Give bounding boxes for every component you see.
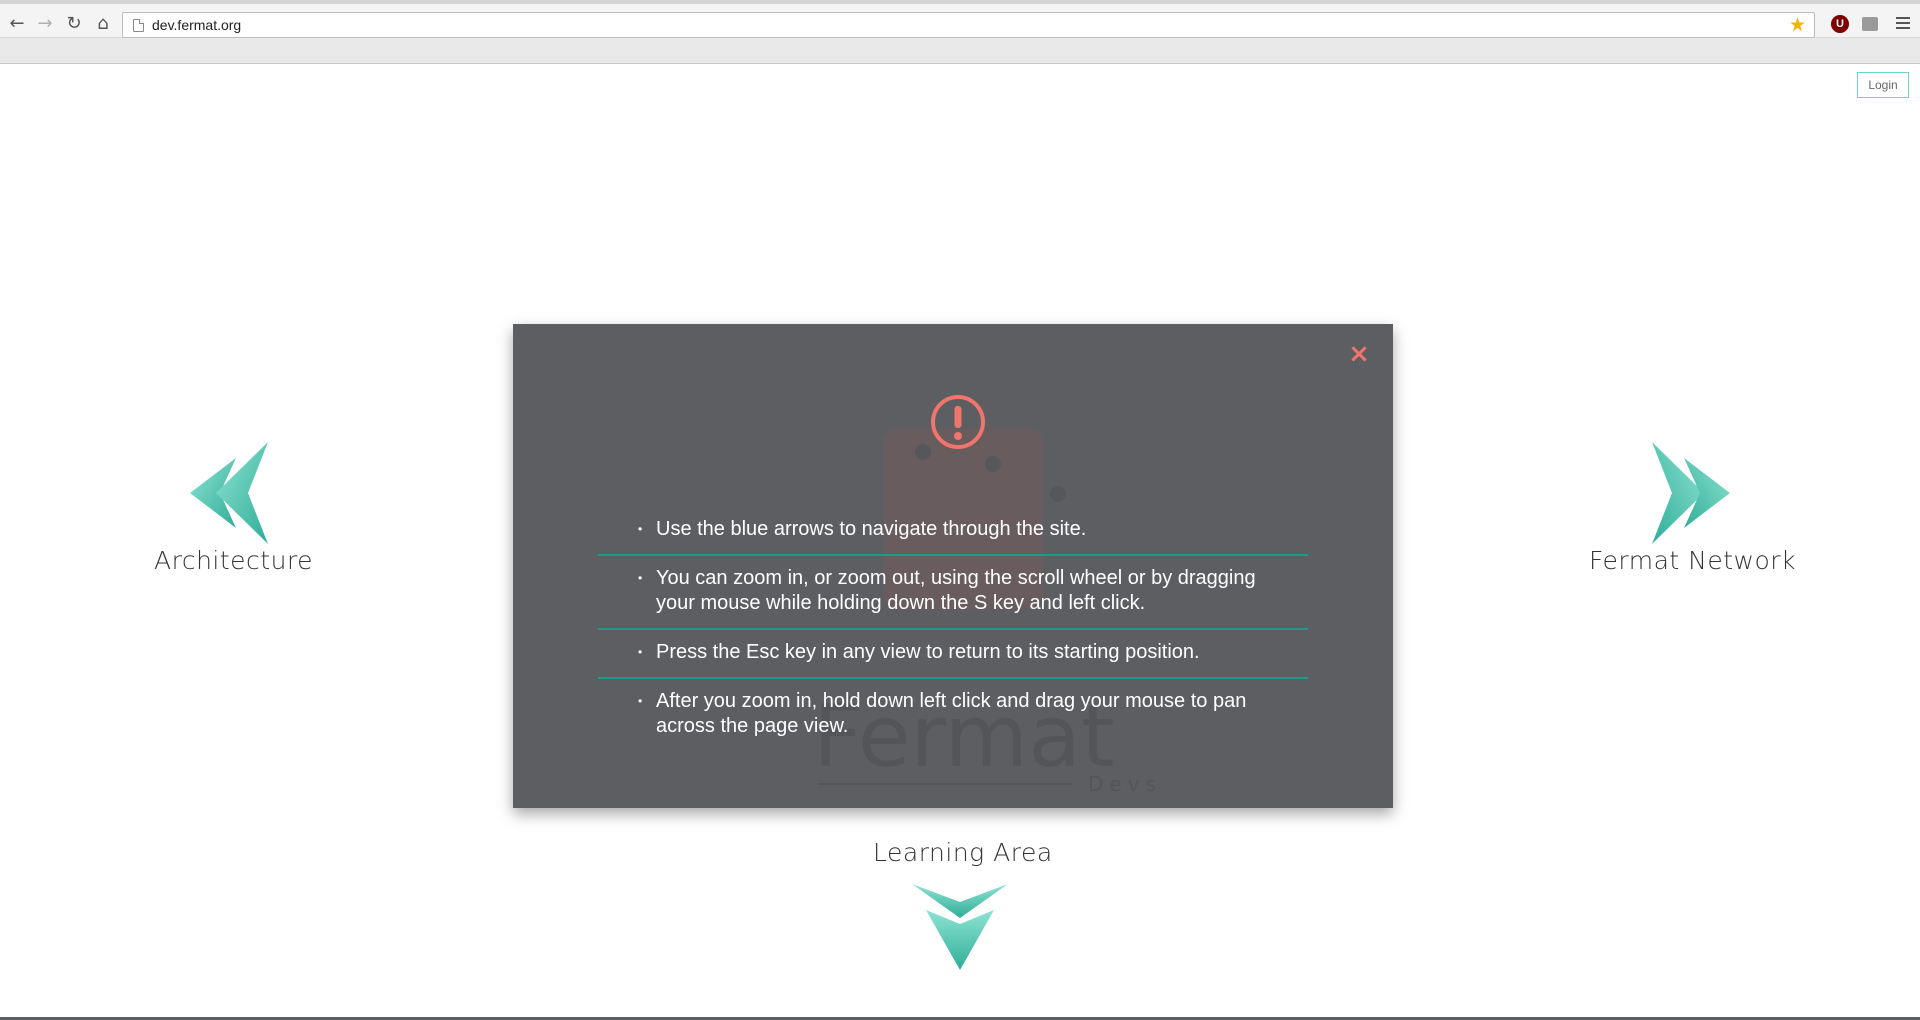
back-button[interactable]: ←	[5, 11, 29, 35]
bookmark-star-icon[interactable]: ★	[1789, 14, 1806, 36]
home-button[interactable]: ⌂	[91, 11, 115, 35]
nav-label-fermat-network[interactable]: Fermat Network	[1589, 546, 1796, 575]
left-arrow-architecture[interactable]	[190, 442, 272, 544]
tip-item: After you zoom in, hold down left click …	[598, 679, 1308, 751]
left-chevron-inner	[216, 442, 268, 544]
down-arrow-learning-area[interactable]	[912, 884, 1008, 970]
page-content: Login Architecture Fermat Network Learni…	[0, 64, 1920, 1020]
url-text[interactable]: dev.fermat.org	[152, 17, 241, 33]
extension-icon[interactable]	[1862, 17, 1878, 31]
login-button[interactable]: Login	[1857, 72, 1909, 98]
help-modal: Fermat Devs × Use the blue arrows to nav…	[513, 324, 1393, 808]
right-arrow-fermat-network[interactable]	[1648, 442, 1730, 544]
ublock-extension-icon[interactable]: U	[1831, 15, 1849, 33]
right-chevron-outer	[1652, 442, 1704, 544]
alert-icon	[931, 395, 985, 449]
address-bar[interactable]: dev.fermat.org ★	[122, 12, 1815, 38]
browser-chrome: ← → ↻ ⌂ dev.fermat.org ★ U	[0, 0, 1920, 64]
nav-label-architecture[interactable]: Architecture	[154, 546, 313, 575]
tip-item: Press the Esc key in any view to return …	[598, 630, 1308, 679]
tips-list: Use the blue arrows to navigate through …	[598, 507, 1308, 751]
nav-label-learning-area[interactable]: Learning Area	[873, 838, 1053, 867]
down-chevron-upper	[912, 884, 1008, 918]
down-chevron-lower	[926, 910, 994, 970]
close-icon[interactable]: ×	[1347, 341, 1371, 367]
tip-item: You can zoom in, or zoom out, using the …	[598, 556, 1308, 630]
logo-subword: Devs	[1088, 772, 1162, 796]
forward-button[interactable]: →	[33, 11, 57, 35]
browser-toolbar: ← → ↻ ⌂ dev.fermat.org ★ U	[0, 4, 1920, 38]
browser-menu-icon[interactable]	[1896, 16, 1910, 30]
tip-item: Use the blue arrows to navigate through …	[598, 507, 1308, 556]
page-icon	[133, 18, 144, 32]
reload-button[interactable]: ↻	[62, 11, 86, 35]
